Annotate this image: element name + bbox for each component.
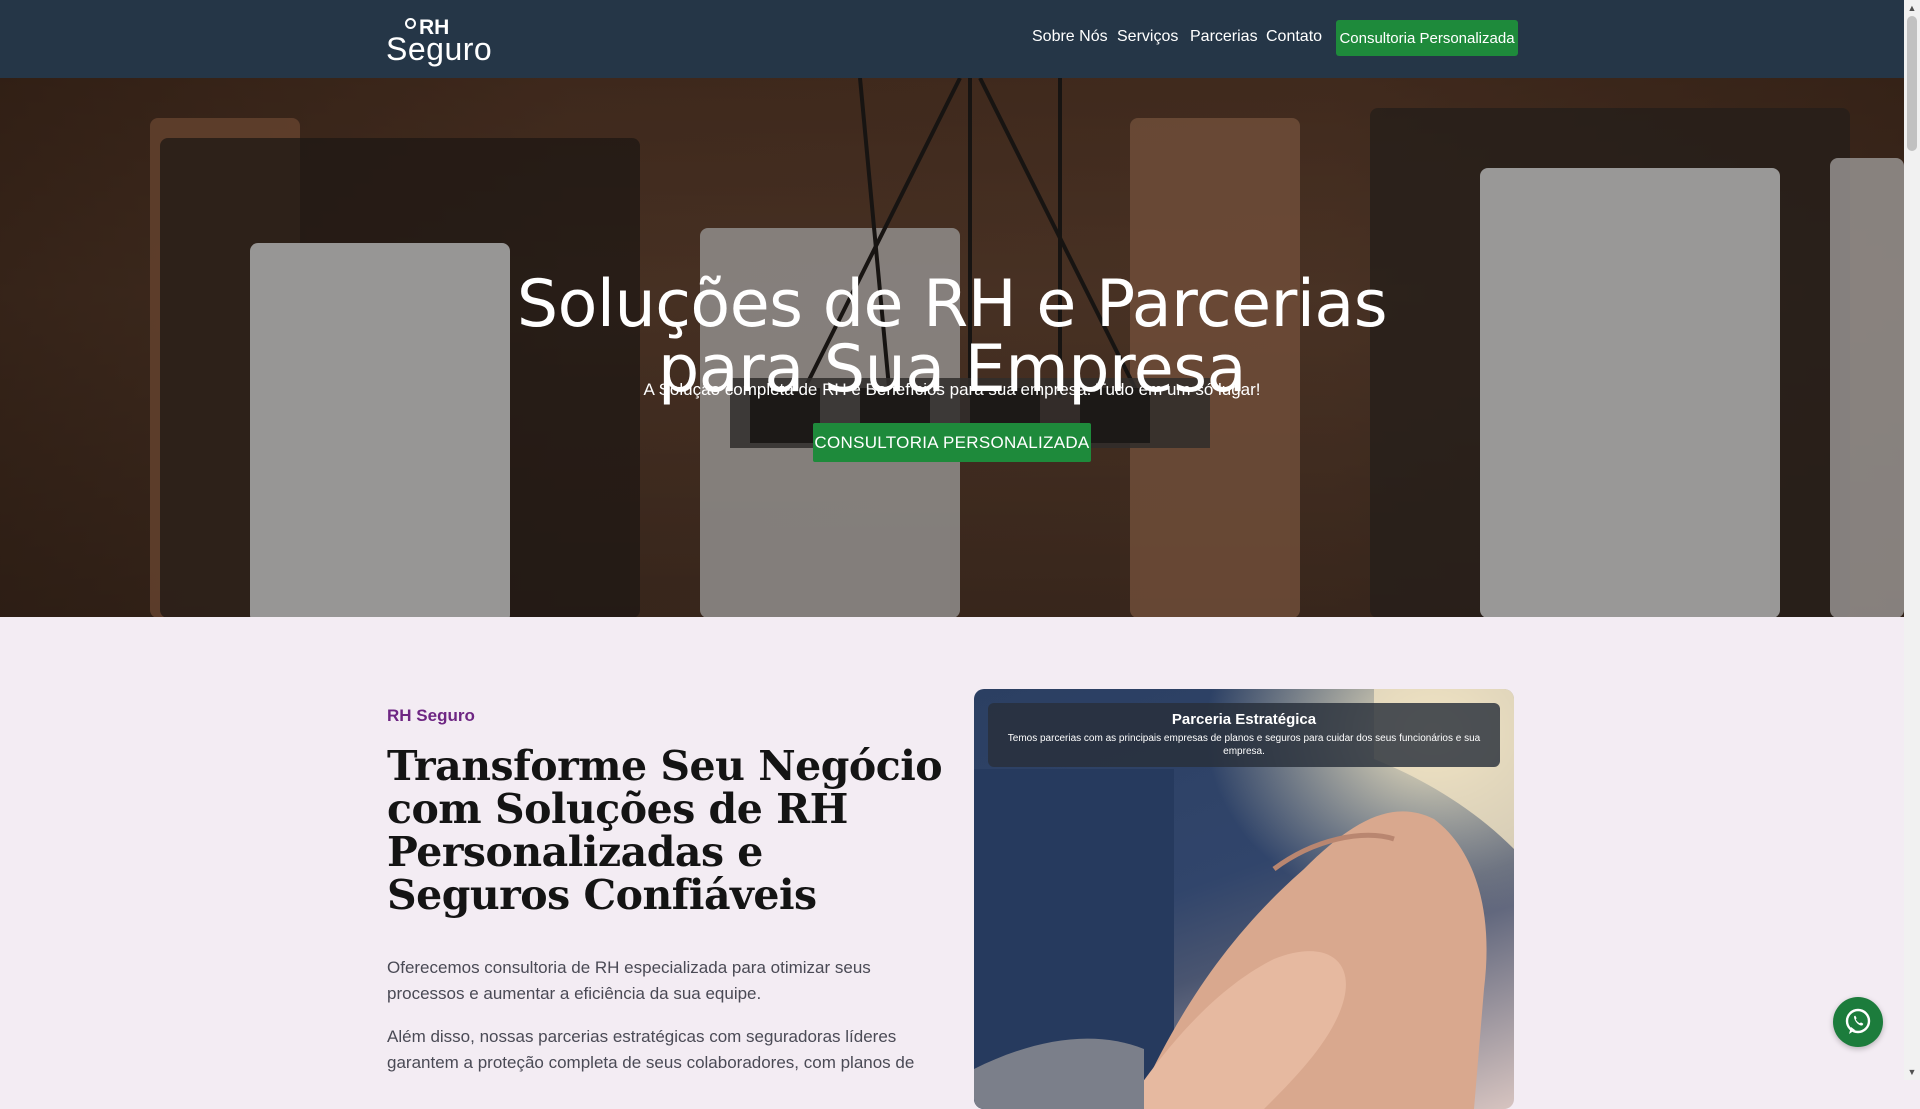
- scroll-up-icon[interactable]: ▲: [1904, 0, 1920, 16]
- whatsapp-icon: [1845, 1008, 1871, 1034]
- scrollbar-thumb[interactable]: [1907, 16, 1917, 151]
- nav-link-sobre-nos[interactable]: Sobre Nós: [1032, 28, 1108, 46]
- navbar: RH Seguro Sobre Nós Serviços Parcerias C…: [0, 0, 1904, 78]
- partnership-image-card: Parceria Estratégica Temos parcerias com…: [974, 689, 1514, 1109]
- page-scrollbar[interactable]: ▲ ▼: [1904, 0, 1920, 1080]
- card-caption-title: Parceria Estratégica: [1171, 711, 1317, 728]
- nav-consultoria-button[interactable]: Consultoria Personalizada: [1336, 20, 1518, 56]
- about-title: Transforme Seu Negócio com Soluções de R…: [387, 742, 943, 919]
- hero-section: Soluções de RH e Parcerias para Sua Empr…: [0, 78, 1904, 617]
- nav-link-parcerias[interactable]: Parcerias: [1190, 28, 1258, 46]
- card-caption-text: Temos parcerias com as principais empres…: [1007, 733, 1481, 757]
- about-paragraph-2: Além disso, nossas parcerias estratégica…: [387, 1027, 915, 1072]
- scroll-down-icon[interactable]: ▼: [1904, 1064, 1920, 1080]
- hero-title-line-1: Soluções de RH e Parcerias: [516, 266, 1388, 342]
- card-caption: Parceria Estratégica Temos parcerias com…: [988, 703, 1500, 767]
- main-nav: Sobre Nós Serviços Parcerias Contato Con…: [0, 0, 1904, 78]
- about-paragraph-1: Oferecemos consultoria de RH especializa…: [387, 958, 871, 1003]
- nav-link-servicos[interactable]: Serviços: [1117, 28, 1178, 46]
- section-kicker: RH Seguro: [387, 706, 475, 725]
- nav-link-contato[interactable]: Contato: [1266, 28, 1322, 46]
- hero-subtitle: A Solução completa de RH e Benefícios pa…: [643, 380, 1261, 399]
- whatsapp-button[interactable]: [1833, 997, 1883, 1047]
- hero-consultoria-button[interactable]: CONSULTORIA PERSONALIZADA: [813, 423, 1091, 462]
